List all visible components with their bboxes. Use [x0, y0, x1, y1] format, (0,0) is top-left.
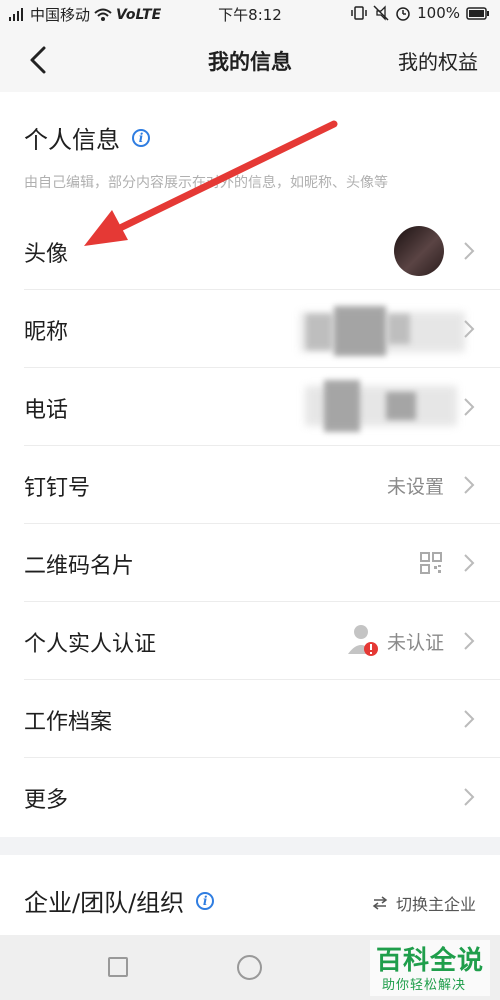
chevron-right-icon — [464, 554, 475, 572]
row-label: 电话 — [24, 398, 69, 423]
watermark-title: 百科全说 — [376, 946, 485, 976]
row-label: 更多 — [24, 788, 69, 813]
chevron-right-icon — [464, 710, 475, 728]
info-icon[interactable]: i — [196, 891, 215, 910]
section-description: 由自己编辑，部分内容展示在对外的信息，如昵称、头像等 — [24, 175, 388, 191]
row-label: 个人实人认证 — [24, 632, 157, 657]
nav-bar: 我的信息 我的权益 — [0, 28, 500, 92]
home-button[interactable] — [237, 955, 262, 980]
back-button[interactable] — [22, 42, 58, 78]
chevron-right-icon — [464, 788, 475, 806]
redacted-value — [386, 392, 416, 420]
row-label: 头像 — [24, 242, 69, 267]
chevron-left-icon — [30, 46, 46, 74]
section-header: 企业/团队/组织 i — [24, 883, 215, 918]
row-qr-card[interactable]: 二维码名片 — [0, 524, 500, 602]
chevron-right-icon — [464, 242, 475, 260]
row-phone[interactable]: 电话 — [0, 368, 500, 446]
redacted-value — [306, 314, 332, 350]
info-icon[interactable]: i — [132, 128, 150, 147]
row-more[interactable]: 更多 — [0, 758, 500, 836]
section-title: 企业/团队/组织 — [24, 889, 185, 917]
row-label: 工作档案 — [24, 710, 113, 735]
qr-code-icon — [420, 552, 442, 574]
personal-info-card: 个人信息 i 由自己编辑，部分内容展示在对外的信息，如昵称、头像等 头像 昵称 … — [0, 92, 500, 837]
recent-apps-button[interactable] — [108, 957, 128, 977]
battery-icon — [466, 6, 489, 20]
section-title: 个人信息 — [24, 126, 120, 154]
status-bar: 中国移动 VoLTE 下午8:12 100% — [0, 0, 500, 28]
row-dingtalk-id[interactable]: 钉钉号 未设置 — [0, 446, 500, 524]
row-label: 钉钉号 — [24, 476, 91, 501]
unverified-person-icon — [348, 625, 378, 656]
chevron-right-icon — [464, 476, 475, 494]
status-right: 100% — [351, 4, 490, 22]
silent-icon — [373, 5, 389, 21]
organization-card: 企业/团队/组织 i 切换主企业 — [0, 855, 500, 935]
vibrate-icon — [351, 6, 367, 20]
switch-arrows-icon — [372, 896, 388, 910]
battery-percent: 100% — [417, 4, 460, 22]
watermark: 百科全说 助你轻松解决 — [370, 940, 490, 996]
row-nickname[interactable]: 昵称 — [0, 290, 500, 368]
row-label: 昵称 — [24, 320, 69, 345]
redacted-value — [334, 306, 386, 356]
row-work-profile[interactable]: 工作档案 — [0, 680, 500, 758]
row-label: 二维码名片 — [24, 554, 135, 579]
row-verification[interactable]: 个人实人认证 未认证 — [0, 602, 500, 680]
chevron-right-icon — [464, 398, 475, 416]
row-avatar[interactable]: 头像 — [0, 212, 500, 290]
switch-main-org-button[interactable]: 切换主企业 — [372, 891, 476, 915]
watermark-subtitle: 助你轻松解决 — [382, 978, 467, 993]
my-benefits-link[interactable]: 我的权益 — [398, 46, 478, 75]
chevron-right-icon — [464, 632, 475, 650]
switch-label: 切换主企业 — [395, 895, 476, 914]
row-value: 未认证 — [386, 632, 444, 654]
redacted-value — [388, 314, 410, 344]
row-value: 未设置 — [386, 476, 444, 498]
avatar — [394, 226, 444, 276]
redacted-value — [324, 380, 360, 432]
alarm-icon — [396, 7, 410, 21]
chevron-right-icon — [464, 320, 475, 338]
section-header: 个人信息 i — [24, 120, 150, 155]
